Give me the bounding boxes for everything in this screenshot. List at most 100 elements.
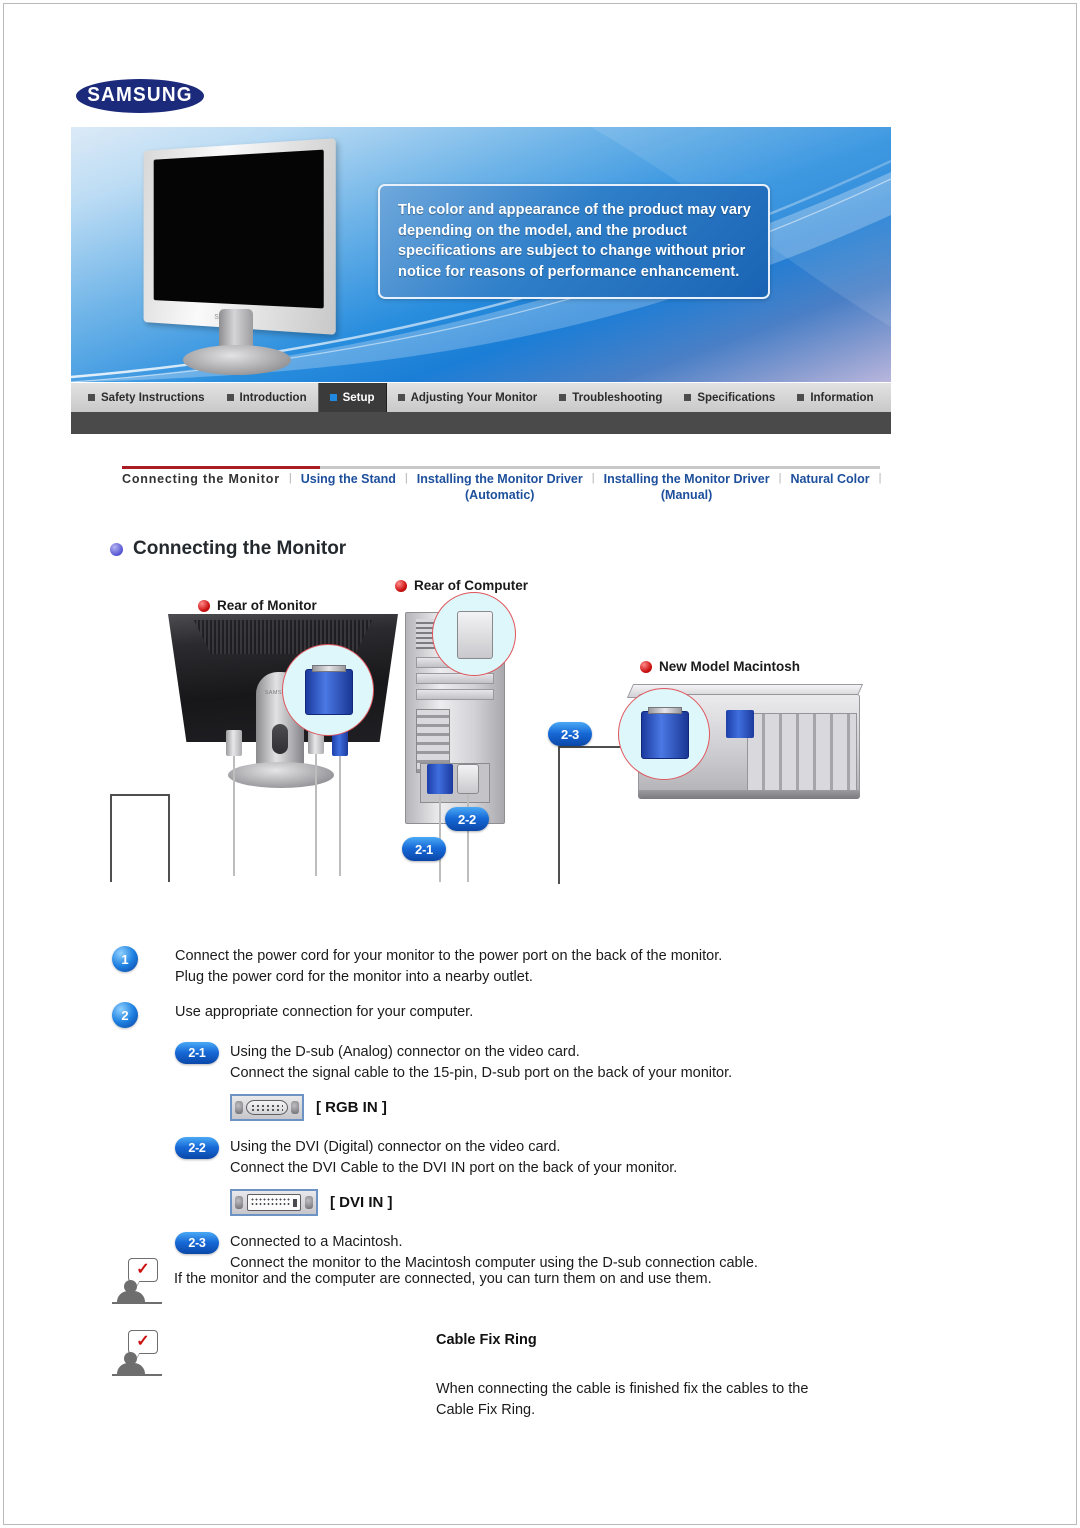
subnav-separator: | — [288, 472, 292, 484]
nav-item-setup[interactable]: Setup — [317, 383, 387, 412]
substep-badge-2-1: 2-1 — [175, 1042, 219, 1065]
power-cord-right-vertical — [168, 794, 170, 882]
vga-port-icon — [230, 1094, 304, 1122]
person-desk-icon — [112, 1374, 162, 1376]
power-cable — [233, 756, 235, 876]
nav-item-introduction[interactable]: Introduction — [216, 383, 318, 412]
rgb-in-port-row: [ RGB IN ] — [230, 1094, 942, 1122]
red-dot-icon — [395, 579, 407, 592]
substep-2-1: 2-1 Using the D-sub (Analog) connector o… — [175, 1042, 942, 1084]
step-2: 2 Use appropriate connection for your co… — [112, 1002, 942, 1029]
main-nav[interactable]: Safety Instructions Introduction Setup A… — [71, 382, 891, 412]
nav-item-safety-instructions[interactable]: Safety Instructions — [77, 383, 216, 412]
page-title-text: Connecting the Monitor — [133, 538, 347, 559]
person-body-icon — [117, 1363, 145, 1374]
subnav-item-installing-driver-automatic[interactable]: Installing the Monitor Driver (Automatic… — [417, 472, 583, 503]
mac-cable — [558, 748, 560, 884]
nav-item-specifications[interactable]: Specifications — [673, 383, 786, 412]
monitor-stand-base — [183, 345, 291, 375]
subnav-item-natural-color[interactable]: Natural Color — [790, 472, 869, 488]
person-body-icon — [117, 1291, 145, 1302]
power-cord-top-horizontal — [110, 794, 170, 796]
product-notice-text: The color and appearance of the product … — [398, 202, 751, 280]
step-badge-2: 2 — [112, 1002, 138, 1029]
header-banner: SAMSUNG The color and appearance of the … — [71, 127, 891, 382]
dvi-flat-blade-icon — [292, 1198, 297, 1207]
diagram-label-text: Rear of Monitor — [217, 598, 317, 613]
nav-item-troubleshooting[interactable]: Troubleshooting — [548, 383, 673, 412]
instruction-steps: 1 Connect the power cord for your monito… — [112, 946, 942, 1280]
note-person-speech-icon: ✓ — [112, 1330, 164, 1378]
monitor-product-photo: SAMSUNG — [111, 137, 381, 375]
substep-badge-2-3: 2-3 — [175, 1232, 219, 1255]
subnav-rule — [122, 466, 880, 469]
dvi-in-port-row: [ DVI IN ] — [230, 1189, 942, 1217]
step-2-line-1: Use appropriate connection for your comp… — [175, 1004, 474, 1021]
monitor-screen — [153, 149, 324, 309]
logo-text: SAMSUNG — [87, 84, 193, 107]
substep-2-2-text: Using the DVI (Digital) connector on the… — [230, 1137, 677, 1179]
substep-2-2-line-2: Connect the DVI Cable to the DVI IN port… — [230, 1160, 678, 1177]
subnav-active-underline — [122, 466, 320, 469]
dvi-port-icon — [230, 1189, 318, 1217]
checkmark-icon: ✓ — [136, 1333, 150, 1350]
nav-label: Setup — [342, 391, 375, 404]
nav-item-adjusting-your-monitor[interactable]: Adjusting Your Monitor — [387, 383, 549, 412]
substeps: 2-1 Using the D-sub (Analog) connector o… — [175, 1042, 942, 1274]
page-title: Connecting the Monitor — [110, 538, 346, 560]
diagram-label-rear-of-computer: Rear of Computer — [395, 578, 528, 593]
diagram-label-new-model-macintosh: New Model Macintosh — [640, 659, 800, 674]
dsub-pins-icon — [250, 1104, 283, 1112]
subnav-item-installing-driver-manual[interactable]: Installing the Monitor Driver (Manual) — [604, 472, 770, 503]
nav-item-information[interactable]: Information — [786, 383, 884, 412]
note-cable-fix-ring: ✓ Cable Fix Ring When connecting the cab… — [112, 1330, 912, 1421]
subnav-sublabel: (Automatic) — [465, 487, 535, 502]
cable-fix-ring — [272, 724, 288, 754]
dvi-connector-pc — [457, 764, 479, 794]
subnav[interactable]: Connecting the Monitor | Using the Stand… — [122, 472, 892, 503]
dsub-connector-mac — [726, 710, 754, 738]
note-connected: ✓ If the monitor and the computer are co… — [112, 1258, 912, 1306]
square-bullet-icon — [226, 394, 234, 401]
square-bullet-icon — [88, 394, 95, 401]
diagram-label-rear-of-monitor: Rear of Monitor — [198, 598, 317, 613]
square-bullet-icon — [329, 394, 337, 401]
substep-2-1-line-1: Using the D-sub (Analog) connector on th… — [230, 1044, 580, 1061]
screw-post-icon — [235, 1101, 243, 1115]
substep-2-3-line-1: Connected to a Macintosh. — [230, 1234, 403, 1251]
callout-badge-2-2: 2-2 — [445, 807, 489, 831]
callout-badge-2-1: 2-1 — [402, 837, 446, 861]
subnav-item-connecting-the-monitor[interactable]: Connecting the Monitor — [122, 472, 280, 488]
magnified-dsub-connector-mac — [641, 707, 689, 759]
screw-post-icon — [235, 1196, 243, 1210]
speech-bubble-icon: ✓ — [128, 1330, 158, 1354]
note-cable-fix-ring-text: Cable Fix Ring When connecting the cable… — [436, 1330, 808, 1421]
rgb-in-label: [ RGB IN ] — [316, 1099, 387, 1117]
manual-page: SAMSUNG SAMSUNG — [0, 0, 1080, 1528]
note-cable-fix-ring-heading: Cable Fix Ring — [436, 1332, 537, 1348]
substep-2-2-line-1: Using the DVI (Digital) connector on the… — [230, 1139, 561, 1156]
magnifier-bubble-macintosh — [618, 688, 710, 780]
product-notice-box: The color and appearance of the product … — [378, 184, 770, 300]
subnav-label: Installing the Monitor Driver — [416, 472, 583, 486]
dsub-connector-pc — [427, 764, 453, 794]
subnav-item-using-the-stand[interactable]: Using the Stand — [301, 472, 396, 488]
nav-label: Safety Instructions — [101, 391, 205, 404]
screw-post-icon — [291, 1101, 299, 1115]
diagram-label-text: Rear of Computer — [414, 578, 529, 593]
subnav-label: Connecting the Monitor — [122, 472, 280, 486]
connector-shield — [311, 665, 347, 672]
checkmark-icon: ✓ — [136, 1261, 150, 1278]
substep-2-1-line-2: Connect the signal cable to the 15-pin, … — [230, 1065, 733, 1082]
speech-bubble-icon: ✓ — [128, 1258, 158, 1282]
connection-diagram: Rear of Monitor Rear of Computer New Mod… — [110, 572, 910, 942]
power-connector — [226, 730, 242, 756]
substep-badge-2-2: 2-2 — [175, 1137, 219, 1160]
nav-label: Specifications — [697, 391, 776, 404]
dvi-shell-icon — [246, 1194, 302, 1212]
step-1-text: Connect the power cord for your monitor … — [175, 946, 722, 988]
dvi-cable — [315, 754, 317, 876]
monitor-foot — [228, 762, 334, 788]
tower-drive-bay — [416, 689, 494, 700]
nav-label: Information — [810, 391, 874, 404]
